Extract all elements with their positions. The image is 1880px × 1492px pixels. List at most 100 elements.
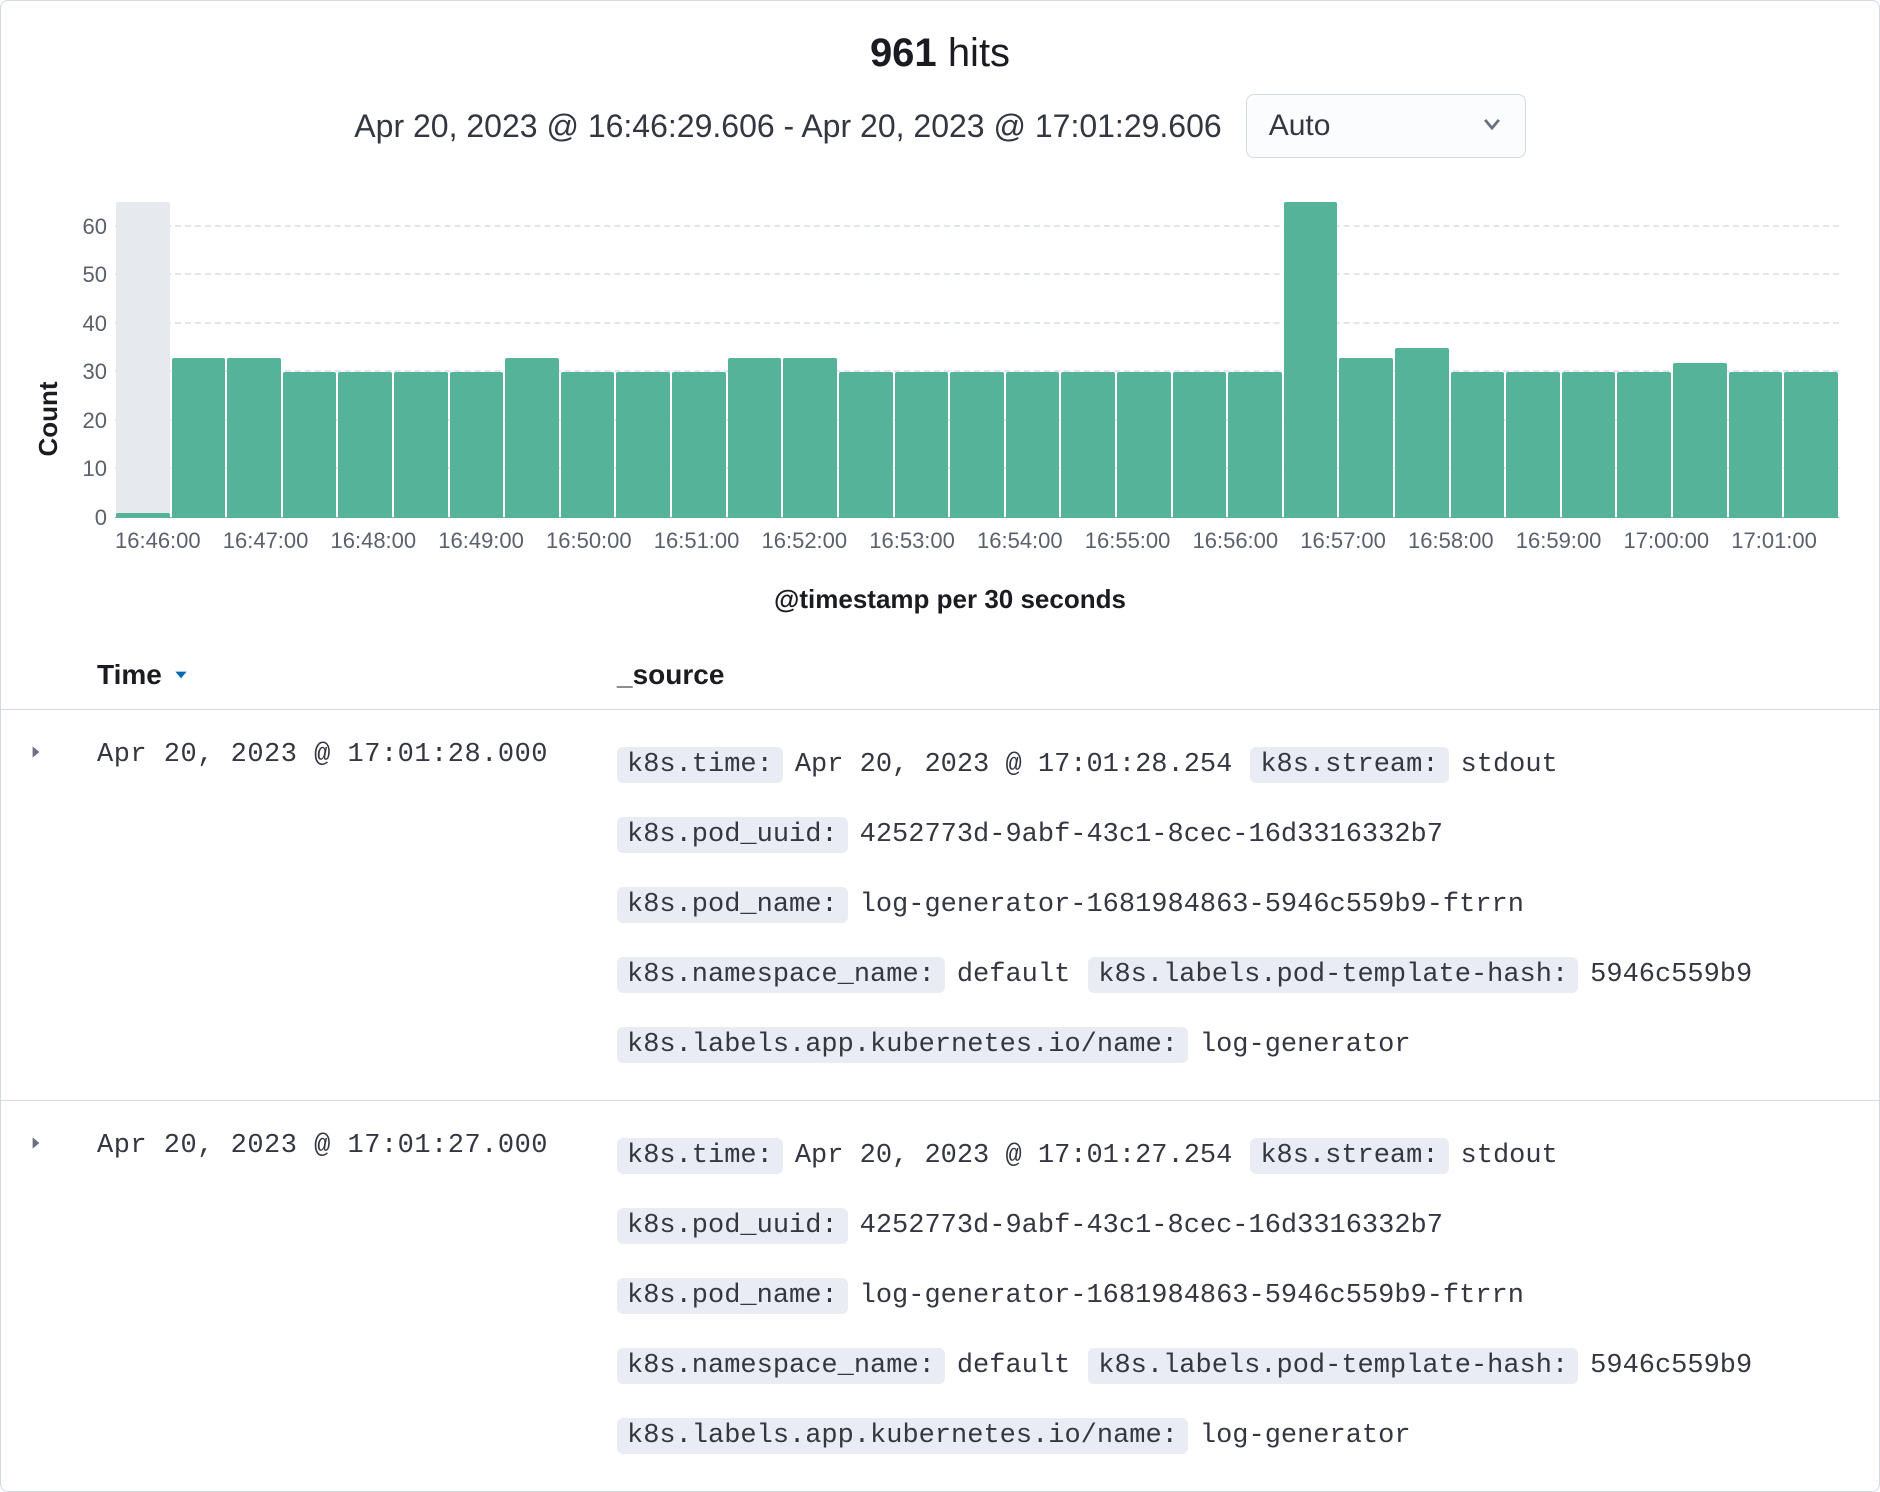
chevron-down-icon bbox=[1481, 109, 1503, 143]
field-value: 5946c559b9 bbox=[1590, 960, 1752, 990]
histogram-bar[interactable] bbox=[561, 178, 615, 518]
histogram-bar[interactable] bbox=[672, 178, 726, 518]
x-tick: 16:57:00 bbox=[1300, 528, 1408, 554]
field[interactable]: k8s.time: Apr 20, 2023 @ 17:01:28.254 bbox=[617, 736, 1232, 794]
field[interactable]: k8s.labels.app.kubernetes.io/name:log-ge… bbox=[617, 1407, 1411, 1465]
histogram-bar[interactable] bbox=[1173, 178, 1227, 518]
histogram-bar[interactable] bbox=[1729, 178, 1783, 518]
hits-count: 961 bbox=[870, 31, 937, 75]
histogram-bar[interactable] bbox=[950, 178, 1004, 518]
x-tick: 16:46:00 bbox=[115, 528, 223, 554]
field-key: k8s.pod_name: bbox=[617, 887, 848, 923]
histogram-bar[interactable] bbox=[1673, 178, 1727, 518]
field[interactable]: k8s.pod_uuid: 4252773d-9abf-43c1-8cec-16d… bbox=[617, 1197, 1443, 1255]
field[interactable]: k8s.stream:stdout bbox=[1250, 736, 1557, 794]
x-tick: 17:00:00 bbox=[1624, 528, 1732, 554]
field[interactable]: k8s.labels.app.kubernetes.io/name:log-ge… bbox=[617, 1016, 1411, 1074]
histogram-bar[interactable] bbox=[338, 178, 392, 518]
x-tick: 16:54:00 bbox=[977, 528, 1085, 554]
time-range-row: Apr 20, 2023 @ 16:46:29.606 - Apr 20, 20… bbox=[1, 94, 1879, 178]
x-tick: 16:53:00 bbox=[869, 528, 977, 554]
y-tick: 30 bbox=[53, 359, 107, 385]
histogram-chart[interactable]: Count 0102030405060 16:46:0016:47:0016:4… bbox=[1, 178, 1879, 659]
column-header-source[interactable]: _source bbox=[617, 659, 1859, 691]
table-header: Time _source bbox=[1, 659, 1879, 709]
field-value: 4252773d-9abf-43c1-8cec-16d3316332b7 bbox=[860, 820, 1443, 850]
table-body: Apr 20, 2023 @ 17:01:28.000k8s.time:Apr … bbox=[1, 709, 1879, 1491]
histogram-bar[interactable] bbox=[616, 178, 670, 518]
x-tick: 16:52:00 bbox=[762, 528, 870, 554]
field[interactable]: k8s.namespace_name:default bbox=[617, 1337, 1070, 1395]
row-source: k8s.time:Apr 20, 2023 @ 17:01:27.254 k8s.… bbox=[617, 1127, 1855, 1465]
field-value: log-generator-1681984863-5946c559b9-ftrr… bbox=[860, 1281, 1524, 1311]
field-value: 5946c559b9 bbox=[1590, 1351, 1752, 1381]
histogram-bar[interactable] bbox=[116, 178, 170, 518]
field[interactable]: k8s.pod_name: log-generator-1681984863-59… bbox=[617, 1267, 1524, 1325]
expand-row-button[interactable] bbox=[27, 736, 97, 1074]
x-tick: 16:56:00 bbox=[1193, 528, 1301, 554]
histogram-bar[interactable] bbox=[1339, 178, 1393, 518]
histogram-bar[interactable] bbox=[1562, 178, 1616, 518]
y-tick: 40 bbox=[53, 311, 107, 337]
field[interactable]: k8s.stream:stdout bbox=[1250, 1127, 1557, 1185]
x-tick: 16:47:00 bbox=[223, 528, 331, 554]
histogram-bar[interactable] bbox=[1061, 178, 1115, 518]
field[interactable]: k8s.pod_name: log-generator-1681984863-59… bbox=[617, 876, 1524, 934]
field[interactable]: k8s.labels.pod-template-hash:5946c559b9 bbox=[1088, 946, 1752, 1004]
histogram-bar[interactable] bbox=[783, 178, 837, 518]
field[interactable]: k8s.time:Apr 20, 2023 @ 17:01:27.254 bbox=[617, 1127, 1232, 1185]
field-key: k8s.pod_uuid: bbox=[617, 1208, 848, 1244]
field-value: Apr 20, 2023 @ 17:01:27.254 bbox=[795, 1141, 1232, 1171]
x-tick: 16:50:00 bbox=[546, 528, 654, 554]
table-row: Apr 20, 2023 @ 17:01:27.000k8s.time:Apr … bbox=[1, 1100, 1879, 1491]
field[interactable]: k8s.labels.pod-template-hash:5946c559b9 bbox=[1088, 1337, 1752, 1395]
x-tick: 17:01:00 bbox=[1731, 528, 1839, 554]
field-key: k8s.labels.app.kubernetes.io/name: bbox=[617, 1027, 1188, 1063]
field-key: k8s.pod_name: bbox=[617, 1278, 848, 1314]
bars-container bbox=[115, 178, 1839, 518]
column-header-time[interactable]: Time bbox=[97, 659, 617, 691]
histogram-bar[interactable] bbox=[1784, 178, 1838, 518]
histogram-bar[interactable] bbox=[1284, 178, 1338, 518]
histogram-bar[interactable] bbox=[227, 178, 281, 518]
table-row: Apr 20, 2023 @ 17:01:28.000k8s.time:Apr … bbox=[1, 709, 1879, 1100]
field-key: k8s.time: bbox=[617, 747, 783, 783]
field-value: stdout bbox=[1461, 1141, 1558, 1171]
field-key: k8s.pod_uuid: bbox=[617, 817, 848, 853]
histogram-bar[interactable] bbox=[1506, 178, 1560, 518]
field[interactable]: k8s.pod_uuid: 4252773d-9abf-43c1-8cec-16d… bbox=[617, 806, 1443, 864]
interval-select[interactable]: Auto bbox=[1246, 94, 1526, 158]
histogram-bar[interactable] bbox=[1228, 178, 1282, 518]
histogram-bar[interactable] bbox=[450, 178, 504, 518]
field-value: 4252773d-9abf-43c1-8cec-16d3316332b7 bbox=[860, 1211, 1443, 1241]
expand-row-button[interactable] bbox=[27, 1127, 97, 1465]
histogram-bar[interactable] bbox=[505, 178, 559, 518]
x-tick: 16:48:00 bbox=[331, 528, 439, 554]
field-key: k8s.stream: bbox=[1250, 747, 1448, 783]
histogram-bar[interactable] bbox=[394, 178, 448, 518]
field-value: log-generator bbox=[1200, 1421, 1411, 1451]
histogram-bar[interactable] bbox=[1395, 178, 1449, 518]
histogram-bar[interactable] bbox=[728, 178, 782, 518]
histogram-bar[interactable] bbox=[172, 178, 226, 518]
histogram-bar[interactable] bbox=[1006, 178, 1060, 518]
histogram-bar[interactable] bbox=[895, 178, 949, 518]
field-value: default bbox=[957, 960, 1070, 990]
y-tick: 20 bbox=[53, 408, 107, 434]
x-tick: 16:55:00 bbox=[1085, 528, 1193, 554]
field-value: log-generator-1681984863-5946c559b9-ftrr… bbox=[860, 890, 1524, 920]
discover-panel: 961 hits Apr 20, 2023 @ 16:46:29.606 - A… bbox=[0, 0, 1880, 1492]
x-tick: 16:49:00 bbox=[438, 528, 546, 554]
plot-area: 0102030405060 bbox=[115, 178, 1839, 518]
histogram-bar[interactable] bbox=[1617, 178, 1671, 518]
histogram-bar[interactable] bbox=[1451, 178, 1505, 518]
hits-label: hits bbox=[948, 31, 1010, 75]
field[interactable]: k8s.namespace_name:default bbox=[617, 946, 1070, 1004]
field-value: default bbox=[957, 1351, 1070, 1381]
histogram-bar[interactable] bbox=[1117, 178, 1171, 518]
histogram-bar[interactable] bbox=[283, 178, 337, 518]
field-value: Apr 20, 2023 @ 17:01:28.254 bbox=[795, 750, 1232, 780]
interval-selected-label: Auto bbox=[1269, 109, 1331, 143]
sort-desc-icon bbox=[172, 659, 190, 691]
histogram-bar[interactable] bbox=[839, 178, 893, 518]
